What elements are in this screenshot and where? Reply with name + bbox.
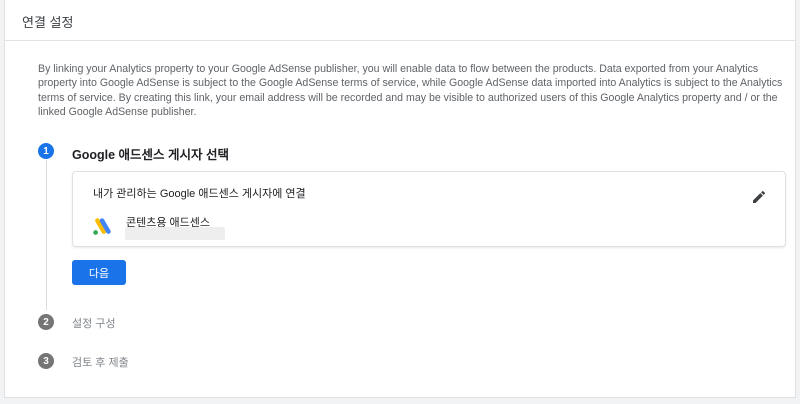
step-2-number: 2	[38, 314, 54, 330]
pencil-icon[interactable]	[751, 189, 767, 205]
card-title: 내가 관리하는 Google 애드센스 게시자에 연결	[93, 188, 306, 200]
step-3-number: 3	[38, 353, 54, 369]
account-id-redacted	[125, 227, 225, 240]
step-1-title[interactable]: Google 애드센스 게시자 선택	[72, 144, 229, 163]
publisher-card: 내가 관리하는 Google 애드센스 게시자에 연결 콘텐츠용 애드센스	[72, 171, 786, 247]
step-3-title[interactable]: 검토 후 제출	[72, 354, 129, 370]
page-title: 연결 설정	[5, 0, 795, 41]
step-2-title[interactable]: 설정 구성	[72, 315, 116, 331]
description-text: By linking your Analytics property to yo…	[38, 63, 783, 118]
link-setup-panel: 연결 설정 By linking your Analytics property…	[4, 0, 796, 398]
adsense-logo-icon	[93, 218, 111, 235]
stepper-line	[46, 160, 47, 310]
step-1-number: 1	[38, 143, 54, 159]
next-button[interactable]: 다음	[72, 260, 126, 285]
